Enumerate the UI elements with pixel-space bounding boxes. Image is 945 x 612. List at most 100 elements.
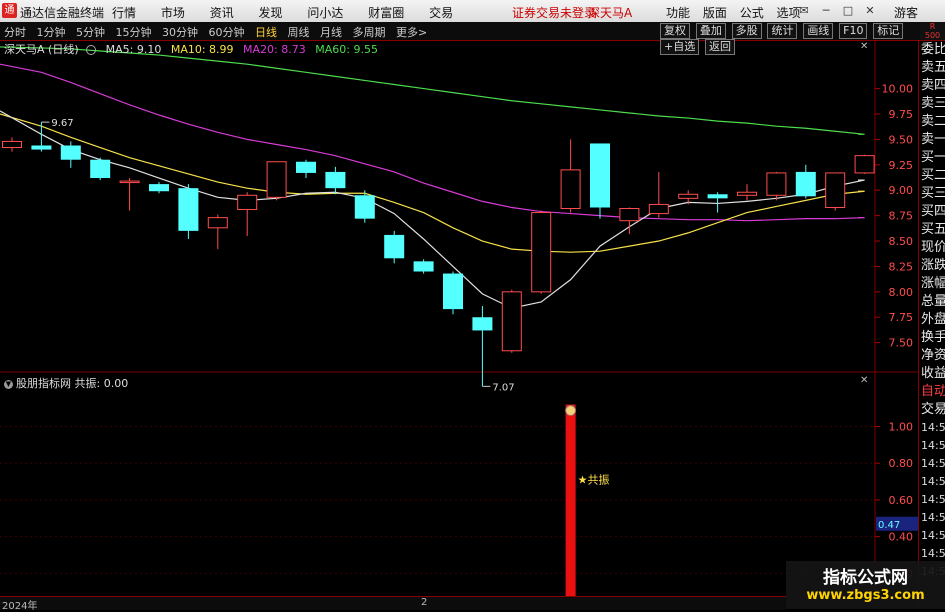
- tick-time[interactable]: 14:56: [919, 473, 945, 491]
- value-marker-label: 0.47: [878, 520, 900, 531]
- tick-time[interactable]: 14:56: [919, 437, 945, 455]
- month-label: 2: [421, 597, 428, 608]
- candle: [207, 214, 228, 250]
- money-bag-icon: [565, 405, 577, 417]
- quote-label[interactable]: 净资: [919, 347, 945, 365]
- quote-label[interactable]: 买三: [919, 185, 945, 203]
- tick-time[interactable]: 14:56: [919, 527, 945, 545]
- candle-body: [149, 184, 169, 192]
- indicator-legend: ▼ 股朋指标网 共振: 0.00: [4, 375, 128, 391]
- candle-body: [178, 188, 199, 231]
- quote-label[interactable]: 卖一: [919, 131, 945, 149]
- close-main-icon[interactable]: ✕: [860, 42, 870, 52]
- candle-body: [354, 195, 375, 219]
- tick-time[interactable]: 14:56: [919, 455, 945, 473]
- candle-body: [207, 217, 228, 229]
- year-label: 2024年: [2, 601, 38, 612]
- price-tick-label: 10.00: [882, 83, 914, 96]
- candle: [237, 192, 258, 236]
- candle-body: [31, 145, 52, 150]
- quote-label[interactable]: 现价: [919, 239, 945, 257]
- settings-circle-icon[interactable]: [86, 45, 97, 55]
- quote-label[interactable]: 总量: [919, 293, 945, 311]
- quote-label[interactable]: 买二: [919, 167, 945, 185]
- candle: [119, 178, 140, 211]
- candle-body: [854, 155, 875, 174]
- candle: [443, 271, 463, 315]
- candle: [384, 230, 405, 264]
- quote-label[interactable]: 买四: [919, 203, 945, 221]
- candle: [266, 161, 287, 201]
- quote-label[interactable]: 卖二: [919, 113, 945, 131]
- ma10-value: MA10: 8.99: [170, 43, 234, 56]
- quote-side-panel: 委比 卖五 卖四 卖三 卖二 卖一 买一 买二 买三 买四 买五 现价 涨跌 涨幅 总量 外盘 换手 净资 收益 自动…: [918, 41, 945, 609]
- candle-body: [472, 317, 493, 331]
- quote-label[interactable]: 卖四: [919, 77, 945, 95]
- tick-time[interactable]: 14:56: [919, 419, 945, 437]
- price-tick-label: 7.75: [889, 311, 914, 324]
- price-axis: 10.00 9.75 9.50 9.25 9.00 8.75 8.50 8.25 8.00 7.7…: [875, 83, 913, 350]
- candle-body: [90, 159, 111, 179]
- candle-body: [325, 171, 346, 189]
- price-tick-label: 9.50: [889, 133, 914, 146]
- price-tick-label: 8.75: [889, 210, 914, 223]
- signal-bar: [565, 404, 576, 596]
- candle: [296, 159, 316, 179]
- price-tick-label: 8.50: [889, 235, 914, 248]
- chart-area[interactable]: 9.67 7.07 10.00 9.75 9.50 9.25 9.00 8.75 8.50 8.…: [0, 0, 945, 609]
- candle: [2, 137, 22, 152]
- grid: [0, 41, 918, 596]
- candle-body: [384, 234, 405, 259]
- quote-label[interactable]: 买五: [919, 221, 945, 239]
- quote-label[interactable]: 委比: [919, 41, 945, 59]
- trade-label[interactable]: 交易: [919, 401, 945, 419]
- tick-time[interactable]: 14:56: [919, 509, 945, 527]
- candle: [590, 143, 610, 219]
- quote-label[interactable]: 涨跌: [919, 257, 945, 275]
- candle-body: [560, 169, 581, 209]
- candle: [560, 139, 581, 213]
- candle-body: [766, 172, 787, 196]
- candle-body: [60, 145, 81, 160]
- candle: [766, 171, 787, 201]
- candle: [854, 154, 875, 174]
- tick-time[interactable]: 14:56: [919, 491, 945, 509]
- candle-body: [501, 291, 522, 352]
- candle-body: [413, 261, 434, 272]
- sub-tick-label: 0.60: [889, 494, 914, 507]
- price-tick-label: 9.00: [889, 184, 914, 197]
- quote-label[interactable]: 卖三: [919, 95, 945, 113]
- quote-label[interactable]: 涨幅: [919, 275, 945, 293]
- signal-label: ★共振: [578, 473, 610, 487]
- candle: [149, 182, 169, 194]
- quote-label[interactable]: 卖五: [919, 59, 945, 77]
- watermark-url: www.zbgs3.com: [806, 588, 925, 603]
- close-indicator-icon[interactable]: ✕: [860, 376, 870, 386]
- candle-body: [2, 140, 22, 149]
- candle-body: [443, 273, 463, 310]
- candle: [325, 166, 346, 195]
- candle-body: [795, 171, 816, 197]
- main-legend: 深天马A (日线) MA5: 9.10 MA10: 8.99 MA20: 8.7…: [4, 41, 378, 57]
- candle-body: [590, 143, 610, 208]
- indicator-title: 股朋指标网 共振: 0.00: [16, 377, 129, 390]
- high-label: 9.67: [51, 118, 73, 129]
- price-tick-label: 9.75: [889, 108, 914, 121]
- ma60-line: [0, 46, 865, 135]
- quote-label[interactable]: 外盘: [919, 311, 945, 329]
- quote-label[interactable]: 买一: [919, 149, 945, 167]
- candle-body: [266, 161, 287, 198]
- candle-body: [531, 212, 552, 293]
- trade-label[interactable]: 自动: [919, 383, 945, 401]
- candle-body: [707, 194, 728, 199]
- quote-label[interactable]: 收益: [919, 365, 945, 383]
- candle: [472, 306, 493, 387]
- ma5-value: MA5: 9.10: [105, 43, 162, 56]
- candle: [531, 210, 552, 294]
- candles: 9.67 7.07: [2, 118, 875, 393]
- candle-body: [648, 203, 669, 215]
- candle: [501, 289, 522, 353]
- candle: [795, 164, 816, 199]
- chevron-down-icon[interactable]: ▼: [4, 379, 13, 389]
- quote-label[interactable]: 换手: [919, 329, 945, 347]
